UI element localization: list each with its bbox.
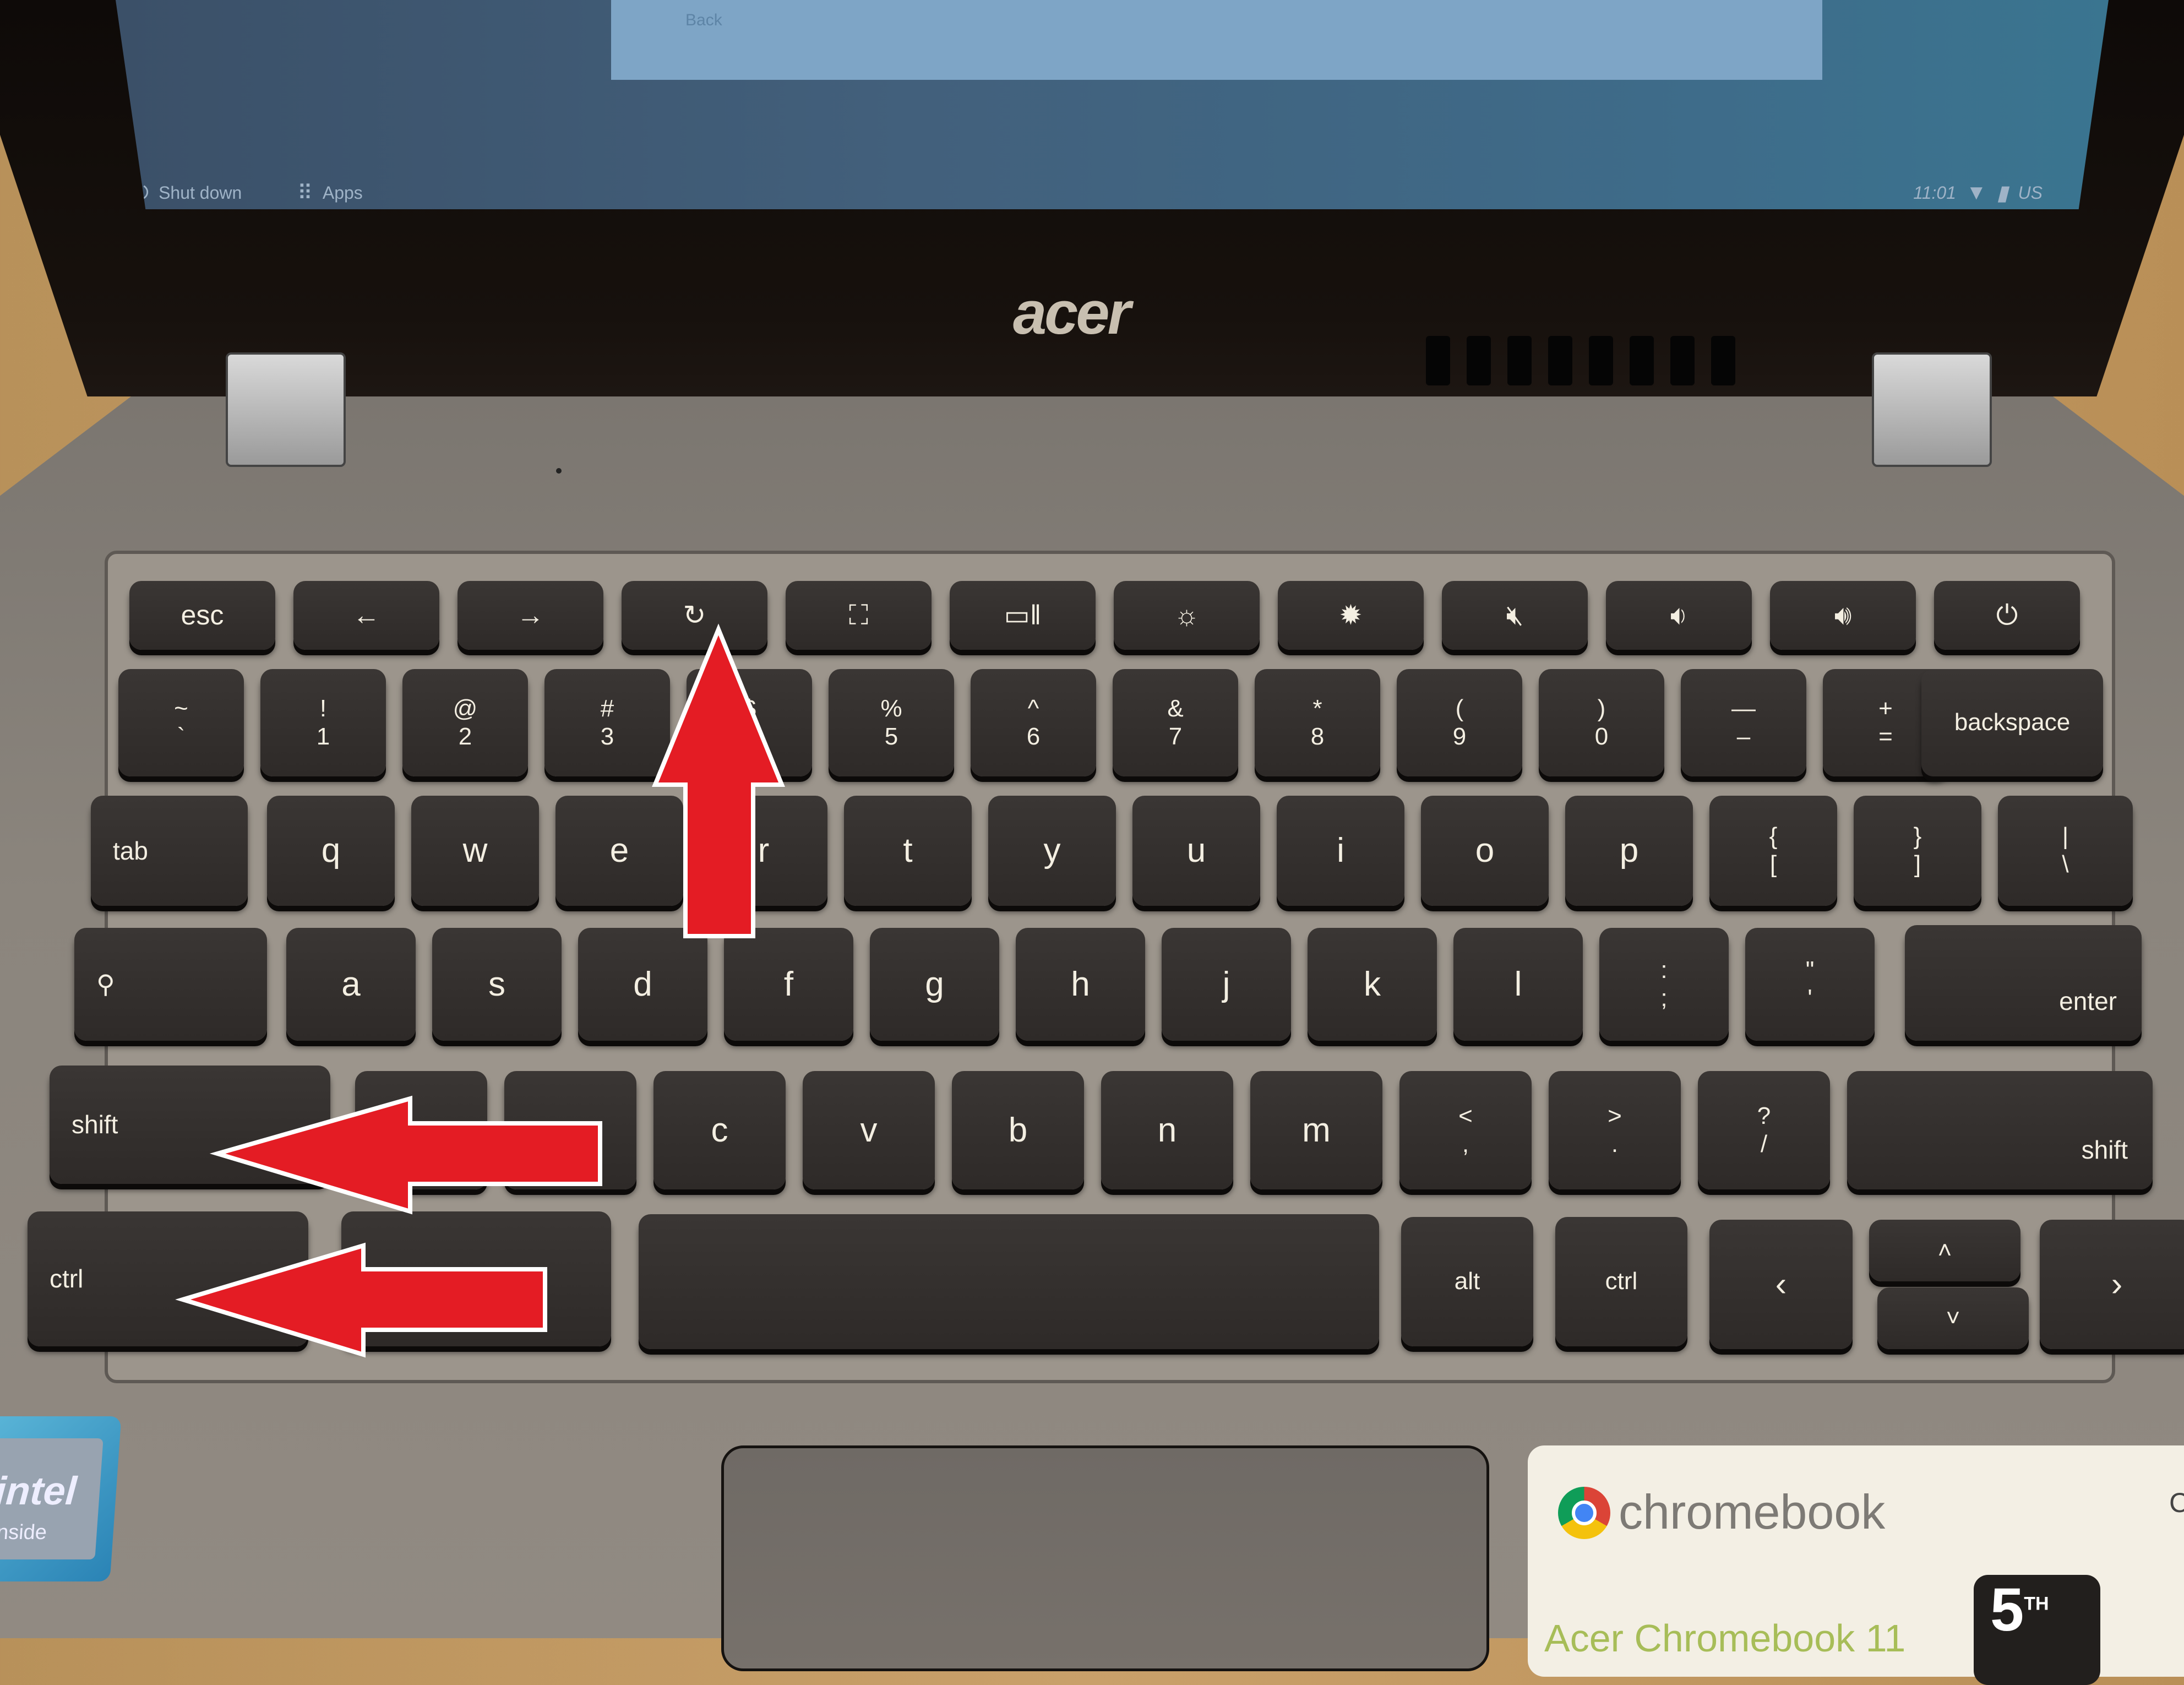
left-arrow-shift — [209, 1095, 602, 1215]
up-arrow-refresh — [652, 623, 785, 938]
left-arrow-ctrl — [175, 1242, 547, 1358]
annotation-layer — [175, 623, 785, 1358]
